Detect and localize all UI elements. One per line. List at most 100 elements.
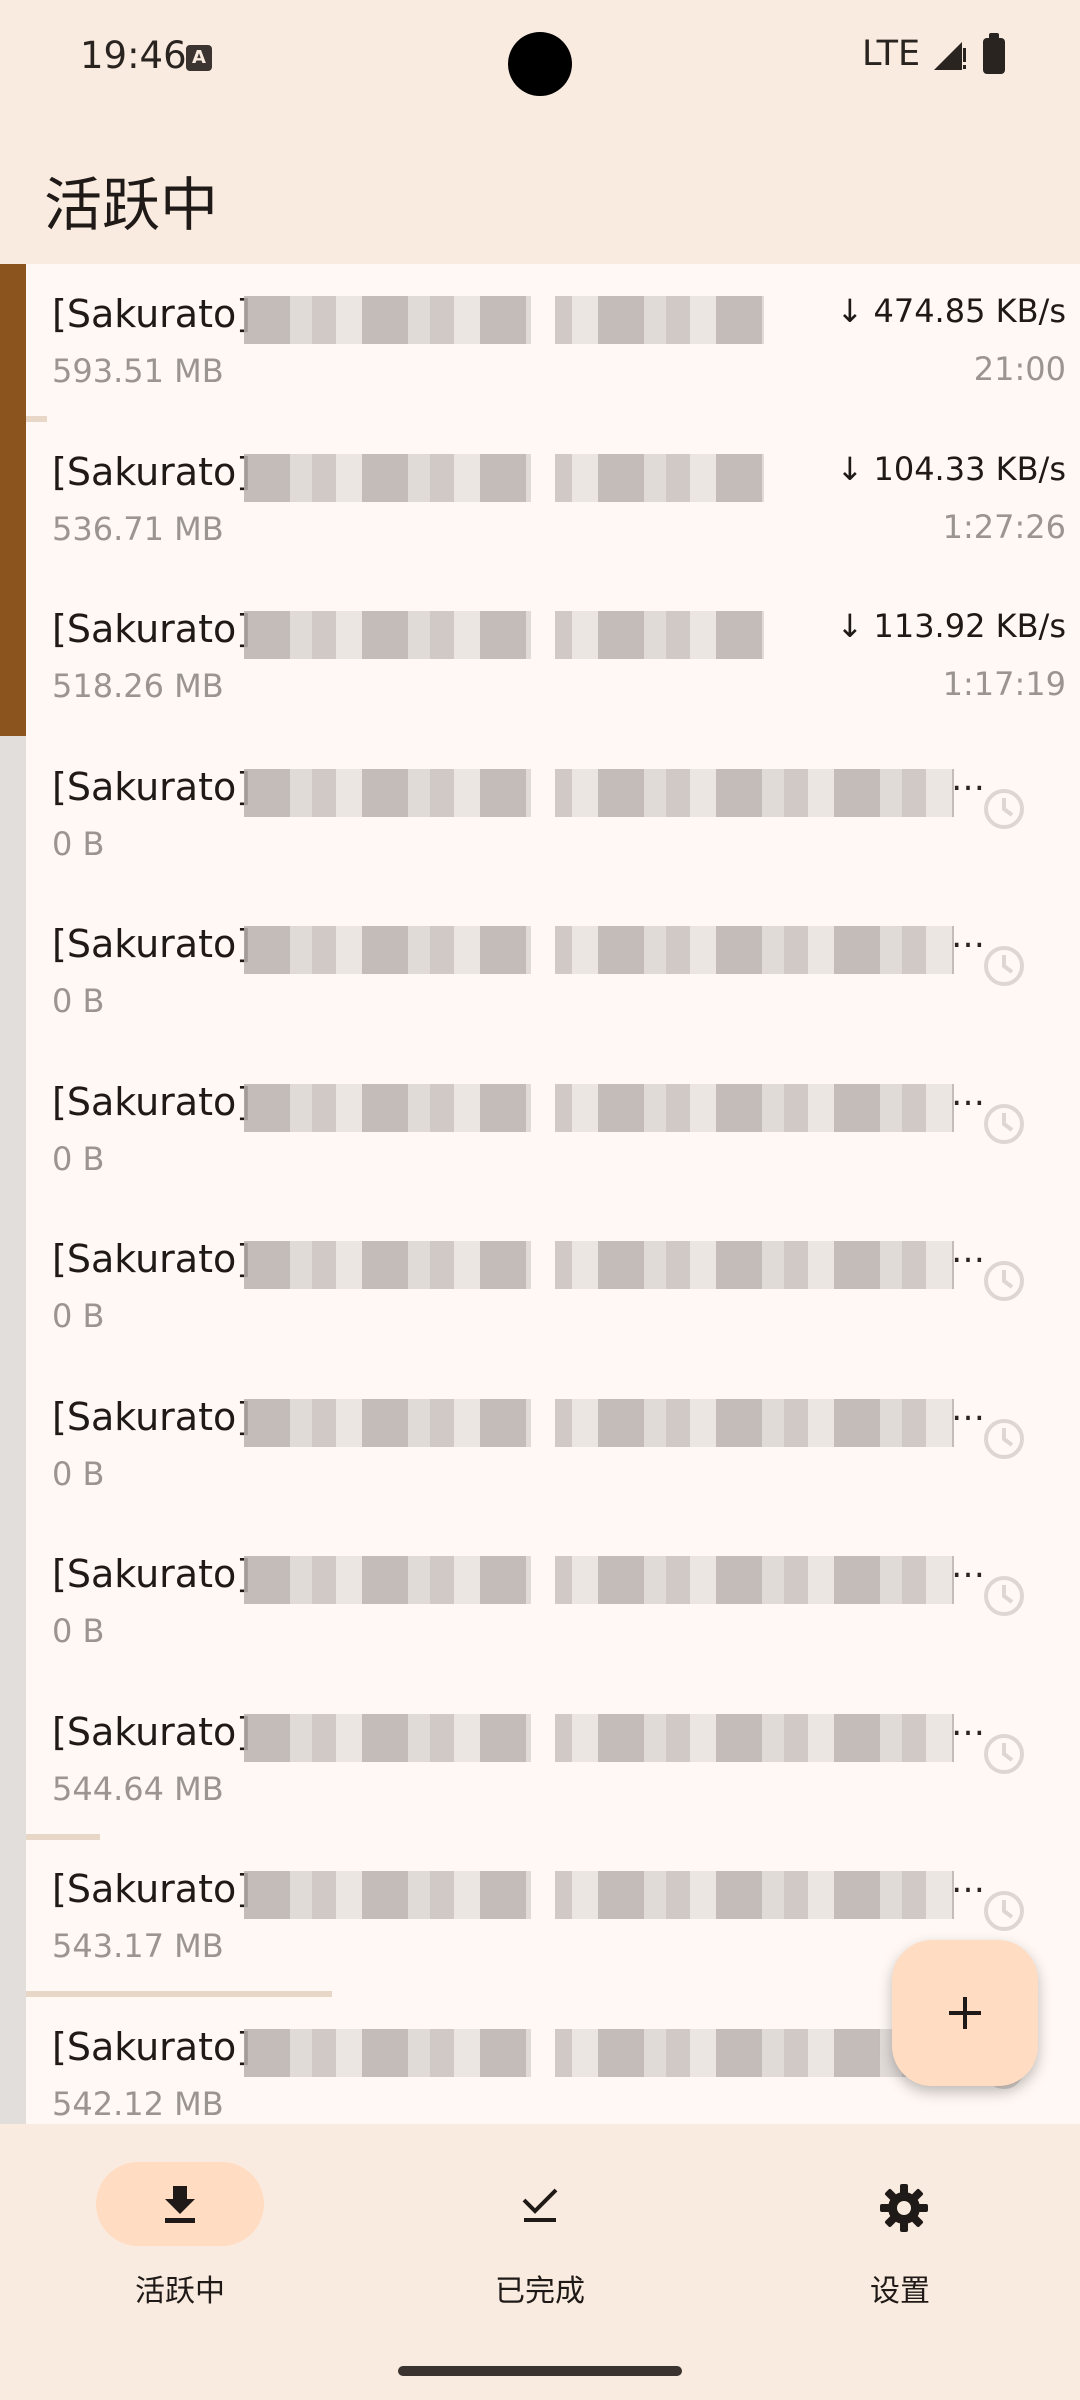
- network-type: LTE: [862, 34, 921, 74]
- item-size: 0 B: [52, 1297, 105, 1335]
- title-ellipsis: …: [951, 758, 985, 799]
- list-item[interactable]: [Sakurato] 593.51 MB ↓ 474.85 KB/s 21:00: [26, 264, 1080, 422]
- clock-icon: [984, 1576, 1024, 1616]
- download-icon: [165, 2186, 195, 2223]
- list-item[interactable]: [Sakurato] 518.26 MB ↓ 113.92 KB/s 1:17:19: [26, 579, 1080, 737]
- status-bar: 19:46 A LTE: [0, 0, 1080, 120]
- nav-label-active: 活跃中: [135, 2274, 225, 2309]
- download-list[interactable]: [Sakurato] 593.51 MB ↓ 474.85 KB/s 21:00 [Sa…: [0, 264, 1080, 2124]
- redacted-title: [244, 1871, 954, 1919]
- redacted-title: [244, 453, 764, 502]
- list-item[interactable]: [Sakurato] 0 B …: [26, 1367, 1080, 1525]
- item-name: [Sakurato]: [52, 1867, 252, 1911]
- signal-icon: [934, 42, 966, 70]
- check-icon: [522, 2188, 558, 2222]
- list-item[interactable]: [Sakurato] 0 B …: [26, 894, 1080, 1052]
- redacted-gap: [531, 1235, 555, 1295]
- redacted-title: [244, 1241, 954, 1289]
- clock-icon: [984, 788, 1024, 829]
- item-name: [Sakurato]: [52, 1079, 252, 1124]
- redacted-title: [244, 768, 954, 817]
- item-size: 543.17 MB: [52, 1927, 224, 1965]
- title-ellipsis: …: [951, 916, 985, 956]
- redacted-title: [244, 611, 764, 659]
- redacted-title: [244, 1398, 954, 1447]
- item-size: 593.51 MB: [52, 352, 224, 390]
- eta: 1:17:19: [942, 665, 1066, 703]
- nav-settings[interactable]: 设置: [760, 2162, 1060, 2312]
- redacted-gap: [531, 1077, 555, 1138]
- item-size: 0 B: [52, 1612, 105, 1650]
- status-time: 19:46: [80, 34, 187, 77]
- redacted-title: [244, 1713, 954, 1762]
- redacted-title: [244, 296, 764, 344]
- item-name: [Sakurato]: [52, 292, 252, 336]
- redacted-gap: [531, 605, 555, 665]
- item-name: [Sakurato]: [52, 764, 252, 809]
- item-size: 0 B: [52, 1139, 105, 1178]
- bottom-navigation: 活跃中 已完成 设置: [0, 2124, 1080, 2400]
- list-item[interactable]: [Sakurato] 536.71 MB ↓ 104.33 KB/s 1:27:26: [26, 422, 1080, 580]
- redacted-title: [244, 2028, 954, 2077]
- eta: 21:00: [973, 350, 1066, 388]
- redacted-gap: [531, 2022, 555, 2083]
- item-name: [Sakurato]: [52, 1394, 252, 1439]
- battery-icon: [983, 33, 1005, 74]
- item-size: 542.12 MB: [52, 2084, 224, 2123]
- item-name: [Sakurato]: [52, 2024, 252, 2069]
- home-indicator[interactable]: [398, 2366, 682, 2376]
- download-speed: ↓ 104.33 KB/s: [836, 449, 1066, 488]
- nav-label-completed: 已完成: [495, 2274, 585, 2309]
- keyboard-a-icon: A: [186, 45, 212, 71]
- nav-active[interactable]: 活跃中: [40, 2162, 340, 2312]
- gear-icon: [880, 2184, 928, 2232]
- list-item[interactable]: [Sakurato] 0 B …: [26, 1209, 1080, 1367]
- redacted-gap: [531, 290, 555, 350]
- page-title: 活跃中: [44, 171, 219, 239]
- redacted-gap: [531, 447, 555, 508]
- item-size: 0 B: [52, 1454, 105, 1493]
- title-ellipsis: …: [951, 1546, 985, 1586]
- item-size: 536.71 MB: [52, 509, 224, 548]
- list-item[interactable]: [Sakurato] 544.64 MB …: [26, 1682, 1080, 1840]
- scrollbar-thumb[interactable]: [0, 264, 26, 736]
- scrollbar-track: [0, 264, 26, 2124]
- title-ellipsis: …: [951, 1231, 985, 1271]
- item-name: [Sakurato]: [52, 449, 252, 494]
- title-ellipsis: …: [951, 1073, 985, 1114]
- item-size: 0 B: [52, 824, 105, 863]
- clock-icon: [984, 1891, 1024, 1931]
- camera-cutout: [508, 32, 572, 96]
- title-ellipsis: …: [951, 1703, 985, 1744]
- plus-icon: [949, 1997, 981, 2029]
- item-name: [Sakurato]: [52, 607, 252, 651]
- item-name: [Sakurato]: [52, 1237, 252, 1281]
- nav-label-settings: 设置: [870, 2274, 930, 2309]
- item-name: [Sakurato]: [52, 1709, 252, 1754]
- redacted-gap: [531, 1550, 555, 1610]
- title-ellipsis: …: [951, 1861, 985, 1901]
- redacted-gap: [531, 1707, 555, 1768]
- clock-icon: [984, 1261, 1024, 1301]
- add-download-button[interactable]: [892, 1940, 1038, 2086]
- item-name: [Sakurato]: [52, 922, 252, 966]
- redacted-gap: [531, 1392, 555, 1453]
- redacted-gap: [531, 1865, 555, 1925]
- eta: 1:27:26: [942, 507, 1066, 546]
- item-name: [Sakurato]: [52, 1552, 252, 1596]
- title-ellipsis: …: [951, 1388, 985, 1429]
- download-speed: ↓ 113.92 KB/s: [836, 607, 1066, 645]
- item-size: 544.64 MB: [52, 1769, 224, 1808]
- redacted-title: [244, 926, 954, 974]
- clock-icon: [984, 1103, 1024, 1144]
- item-size: 0 B: [52, 982, 105, 1020]
- clock-icon: [984, 1418, 1024, 1459]
- redacted-title: [244, 1083, 954, 1132]
- list-item[interactable]: [Sakurato] 0 B …: [26, 1524, 1080, 1682]
- download-speed: ↓ 474.85 KB/s: [836, 292, 1066, 330]
- list-item[interactable]: [Sakurato] 0 B …: [26, 1052, 1080, 1210]
- nav-completed[interactable]: 已完成: [400, 2162, 700, 2312]
- clock-icon: [984, 946, 1024, 986]
- list-item[interactable]: [Sakurato] 0 B …: [26, 737, 1080, 895]
- redacted-gap: [531, 920, 555, 980]
